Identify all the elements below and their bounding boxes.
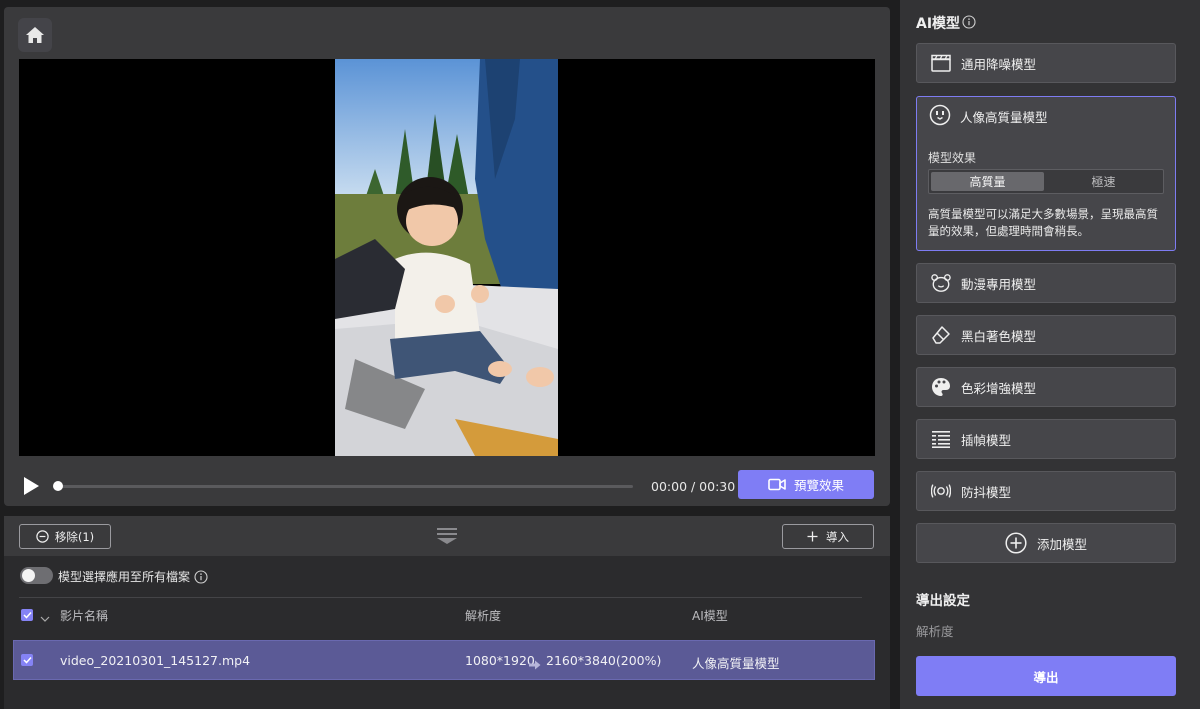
remove-button[interactable]: 移除(1): [19, 524, 111, 549]
check-icon: [22, 611, 32, 619]
export-resolution-label: 解析度: [916, 624, 954, 639]
plus-circle-icon: [1005, 532, 1027, 554]
frames-icon: [931, 429, 951, 449]
home-button[interactable]: [18, 18, 52, 52]
model-card-stabilize[interactable]: 防抖模型: [916, 471, 1176, 511]
model-label: 黑白著色模型: [961, 328, 1037, 344]
resolution-from: 1080*1920: [465, 653, 535, 668]
model-card-color-enhance[interactable]: 色彩增強模型: [916, 367, 1176, 407]
model-label: 防抖模型: [961, 484, 1012, 500]
check-icon: [22, 656, 32, 664]
column-header-resolution[interactable]: 解析度: [465, 607, 501, 624]
row-model: 人像高質量模型: [692, 656, 780, 671]
table-divider: [19, 597, 862, 598]
stabilize-icon: [931, 481, 951, 501]
video-frame-image: [335, 59, 558, 456]
plus-icon: [807, 531, 818, 542]
select-all-checkbox[interactable]: [21, 609, 33, 621]
info-icon[interactable]: [962, 14, 976, 33]
info-icon[interactable]: [194, 569, 208, 588]
preview-effect-label: 預覽效果: [793, 478, 844, 493]
face-icon: [929, 104, 951, 126]
add-model-label: 添加模型: [1036, 536, 1087, 552]
toggle-knob: [22, 569, 35, 582]
export-button[interactable]: 導出: [916, 656, 1176, 696]
row-checkbox[interactable]: [21, 654, 33, 666]
column-header-model[interactable]: AI模型: [692, 607, 728, 624]
column-header-name[interactable]: 影片名稱: [60, 607, 108, 624]
seek-handle[interactable]: [53, 481, 63, 491]
minus-circle-icon: [36, 530, 49, 543]
play-icon: [24, 477, 39, 495]
add-model-button[interactable]: 添加模型: [916, 523, 1176, 563]
clapperboard-icon: [931, 53, 951, 73]
model-card-frame-interp[interactable]: 插幀模型: [916, 419, 1176, 459]
model-description: 高質量模型可以滿足大多數場景，呈現最高質量的效果，但處理時間會稍長。: [928, 207, 1158, 238]
time-readout: 00:00 / 00:30: [651, 479, 736, 494]
play-button[interactable]: [22, 475, 42, 497]
model-label: 動漫專用模型: [961, 276, 1037, 292]
bear-icon: [931, 273, 951, 293]
model-card-anime[interactable]: 動漫專用模型: [916, 263, 1176, 303]
eraser-icon: [931, 325, 951, 345]
home-icon: [26, 27, 44, 43]
import-label: 導入: [826, 529, 849, 544]
remove-label: 移除(1): [54, 529, 95, 544]
seek-bar[interactable]: [56, 485, 633, 488]
effect-label: 模型效果: [928, 151, 977, 165]
export-settings-title: 導出設定: [916, 593, 970, 609]
model-card-colorize[interactable]: 黑白著色模型: [916, 315, 1176, 355]
model-label: 插幀模型: [961, 432, 1012, 448]
model-label: 通用降噪模型: [961, 56, 1037, 72]
apply-all-label: 模型選擇應用至所有檔案: [58, 570, 191, 584]
effect-option-high-quality[interactable]: 高質量: [931, 172, 1044, 191]
effect-option-fast[interactable]: 極速: [1046, 172, 1161, 191]
ai-model-title: AI模型: [916, 16, 961, 32]
resolution-to: 2160*3840(200%): [546, 653, 662, 668]
import-button[interactable]: 導入: [782, 524, 874, 549]
arrow-right-icon: [529, 655, 541, 674]
video-camera-icon: [768, 478, 786, 491]
model-label: 人像高質量模型: [960, 110, 1048, 125]
file-name: video_20210301_145127.mp4: [60, 653, 251, 668]
palette-icon: [931, 377, 951, 397]
drag-handle-icon: [437, 528, 457, 544]
panel-resize-handle[interactable]: [436, 527, 458, 545]
preview-effect-button[interactable]: 預覽效果: [738, 470, 874, 499]
model-card-denoise[interactable]: 通用降噪模型: [916, 43, 1176, 83]
chevron-down-icon[interactable]: [40, 609, 50, 628]
model-label: 色彩增強模型: [961, 380, 1037, 396]
